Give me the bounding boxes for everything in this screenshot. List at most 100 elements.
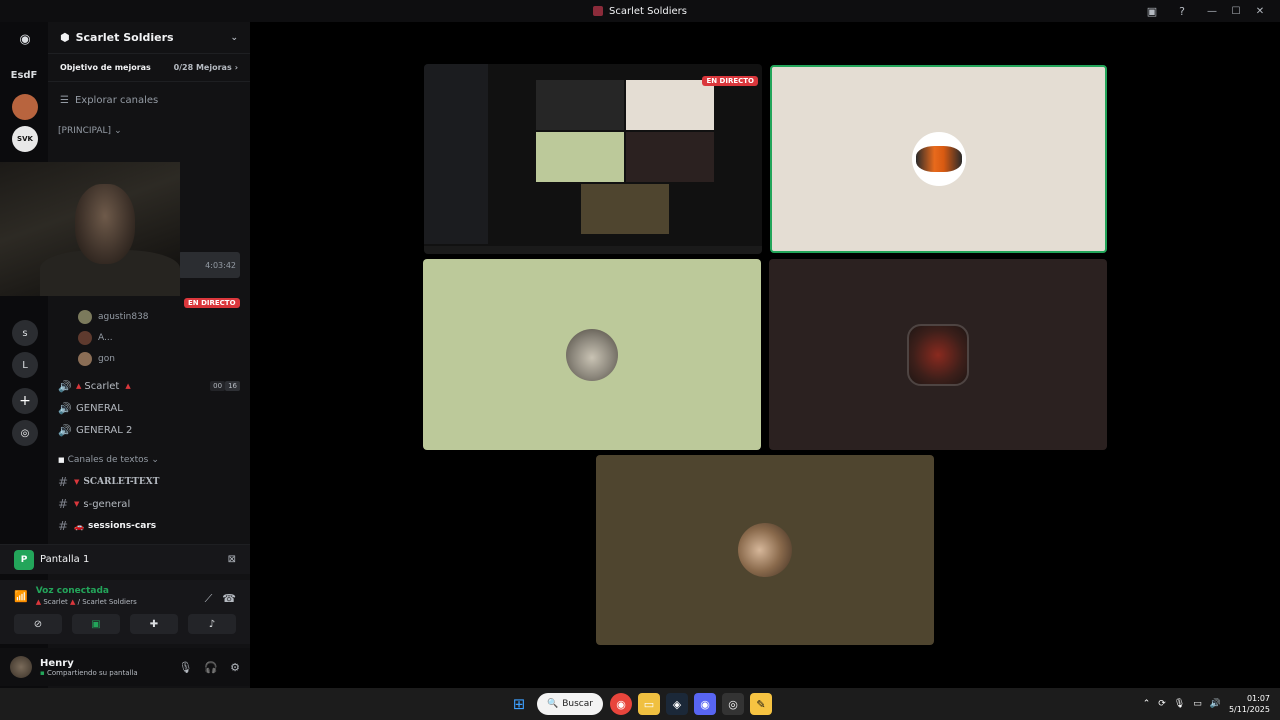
soundboard-button[interactable]: ♪: [188, 614, 236, 634]
user-name: Henry: [40, 657, 74, 669]
explore-label: Explorar canales: [74, 94, 159, 106]
chevron-down-icon: ⌄: [151, 455, 159, 465]
clock[interactable]: 01:07 5/11/2025: [1229, 693, 1270, 715]
speaker-icon: 🔊: [58, 423, 72, 437]
explore-channels[interactable]: ☰ Explorar canales: [48, 86, 250, 114]
search-label: Buscar: [562, 699, 593, 709]
shared-mini-tile: [626, 80, 714, 130]
sync-icon[interactable]: ⟳: [1158, 699, 1166, 709]
search-icon: 🔍: [547, 699, 559, 709]
red-marker-icon: ▲: [35, 598, 42, 606]
server-shield-icon: ⬢: [60, 31, 70, 44]
speaker-icon: 🔊: [58, 379, 72, 393]
add-server-icon[interactable]: +: [12, 388, 38, 414]
server-l[interactable]: L: [12, 352, 38, 378]
stream-timer-value: 4:03:42: [205, 260, 236, 270]
close-icon[interactable]: ✕: [1248, 3, 1272, 19]
hash-icon: #: [58, 497, 69, 511]
inbox-icon[interactable]: ▣: [1144, 3, 1160, 19]
voice-channel-general-2[interactable]: 🔊 GENERAL 2: [48, 419, 250, 441]
system-tray: ⌃ ⟳ 🎙 ▭ 🔊 01:07 5/11/2025: [1143, 688, 1270, 720]
red-marker-icon: ▼: [74, 500, 80, 508]
webcam-overlay: [0, 162, 180, 296]
square-icon: ■: [58, 456, 65, 464]
user-status: ▪ Compartiendo su pantalla: [40, 669, 138, 677]
category-label: Canales de textos: [67, 455, 149, 465]
maximize-icon[interactable]: ☐: [1224, 3, 1248, 19]
boost-count: 0/28 Mejoras: [173, 63, 232, 72]
participant-tile-dark[interactable]: [769, 259, 1107, 450]
minimize-icon[interactable]: —: [1200, 3, 1224, 19]
boost-progress-row[interactable]: Objetivo de mejoras 0/28 Mejoras ›: [48, 54, 250, 82]
close-stream-icon[interactable]: ⊠: [228, 554, 236, 565]
headphones-icon[interactable]: 🎧: [204, 661, 218, 674]
participant-tile-couple[interactable]: [596, 455, 934, 645]
server-avatar-2[interactable]: SVK: [12, 126, 38, 152]
avatar: [78, 309, 92, 324]
category-text[interactable]: ■ Canales de textos ⌄: [48, 449, 250, 471]
settings-gear-icon[interactable]: ⚙: [230, 661, 240, 674]
user-status-text: Compartiendo su pantalla: [46, 668, 138, 677]
volume-icon[interactable]: 🔊: [1210, 699, 1221, 709]
share-screen-button[interactable]: ▣: [72, 614, 120, 634]
chevron-right-icon: ›: [234, 63, 238, 72]
windows-start-icon[interactable]: ⊞: [508, 693, 530, 715]
boost-label: Objetivo de mejoras: [60, 63, 151, 72]
voice-user[interactable]: agustin838: [48, 306, 250, 327]
channel-label: GENERAL 2: [76, 424, 133, 436]
app-icon[interactable]: ◎: [722, 693, 744, 715]
app-icon[interactable]: ✎: [750, 693, 772, 715]
noise-suppression-icon[interactable]: ⟋: [205, 592, 213, 606]
avatar: [911, 132, 966, 186]
server-s[interactable]: s: [12, 320, 38, 346]
voice-channel-general[interactable]: 🔊 GENERAL: [48, 397, 250, 419]
text-channel-s-general[interactable]: # ▼ s-general: [48, 493, 250, 515]
category-label: [PRINCIPAL]: [58, 126, 112, 136]
help-icon[interactable]: ?: [1174, 3, 1190, 19]
hash-icon: #: [58, 475, 69, 489]
discover-icon[interactable]: ◎: [12, 420, 38, 446]
server-avatar-1[interactable]: [12, 94, 38, 120]
user-panel: Henry ▪ Compartiendo su pantalla 🎙 🎧 ⚙: [0, 648, 250, 686]
red-marker-icon: ▲: [70, 598, 76, 606]
voice-connection-panel: 📶 Voz conectada ▲ Scarlet ▲ / Scarlet So…: [0, 580, 250, 644]
list-icon: ☰: [60, 94, 69, 106]
text-channel-sessions-cars[interactable]: # 🚗 sessions-cars: [48, 515, 250, 537]
discord-taskbar-icon[interactable]: ◉: [694, 693, 716, 715]
mic-tray-icon[interactable]: 🎙: [1174, 699, 1185, 709]
screen-share-tile[interactable]: EN DIRECTO: [424, 64, 762, 254]
category-principal[interactable]: [PRINCIPAL] ⌄: [48, 120, 250, 142]
file-explorer-icon[interactable]: ▭: [638, 693, 660, 715]
steam-icon[interactable]: ◈: [666, 693, 688, 715]
channel-label: sessions-cars: [87, 521, 157, 531]
network-icon[interactable]: ▭: [1193, 699, 1202, 709]
server-header[interactable]: ⬢ Scarlet Soldiers ⌄: [48, 22, 250, 54]
red-marker-icon: ▲: [125, 382, 131, 390]
chrome-icon[interactable]: ◉: [610, 693, 632, 715]
discord-logo-icon[interactable]: ◉: [12, 26, 38, 52]
disconnect-icon[interactable]: ☎: [222, 592, 236, 605]
taskbar: ⊞ 🔍 Buscar ◉ ▭ ◈ ◉ ◎ ✎ ⌃ ⟳ 🎙 ▭ 🔊 01:07 5…: [0, 688, 1280, 720]
participant-tile-dog[interactable]: [423, 259, 761, 450]
activities-button[interactable]: ✚: [130, 614, 178, 634]
microphone-icon[interactable]: 🎙: [178, 661, 192, 674]
avatar[interactable]: [10, 656, 32, 678]
avatar: [78, 330, 92, 345]
participant-tile-motorcycle[interactable]: [770, 65, 1107, 253]
chevron-up-icon[interactable]: ⌃: [1143, 699, 1151, 709]
taskbar-search[interactable]: 🔍 Buscar: [537, 693, 603, 715]
server-name: Scarlet Soldiers: [75, 31, 174, 44]
motorcycle-image: [915, 146, 962, 172]
shared-mini-tile: [581, 184, 669, 234]
clock-date: 5/11/2025: [1228, 705, 1270, 714]
voice-user[interactable]: gon: [48, 348, 250, 369]
user-limit: 16: [225, 381, 240, 391]
text-channel-scarlet-text[interactable]: # ▼ SCARLET-TEXT: [48, 471, 250, 493]
server-esdf[interactable]: EsdF: [8, 62, 40, 88]
voice-status[interactable]: Voz conectada: [36, 586, 137, 596]
camera-off-button[interactable]: ⊘: [14, 614, 62, 634]
voice-channel-scarlet[interactable]: 🔊 ▲ Scarlet ▲ 00 16: [48, 375, 250, 397]
screen-share-icon: ▪: [40, 668, 45, 677]
voice-user[interactable]: A...: [48, 327, 250, 348]
voice-user-name: agustin838: [98, 311, 149, 322]
